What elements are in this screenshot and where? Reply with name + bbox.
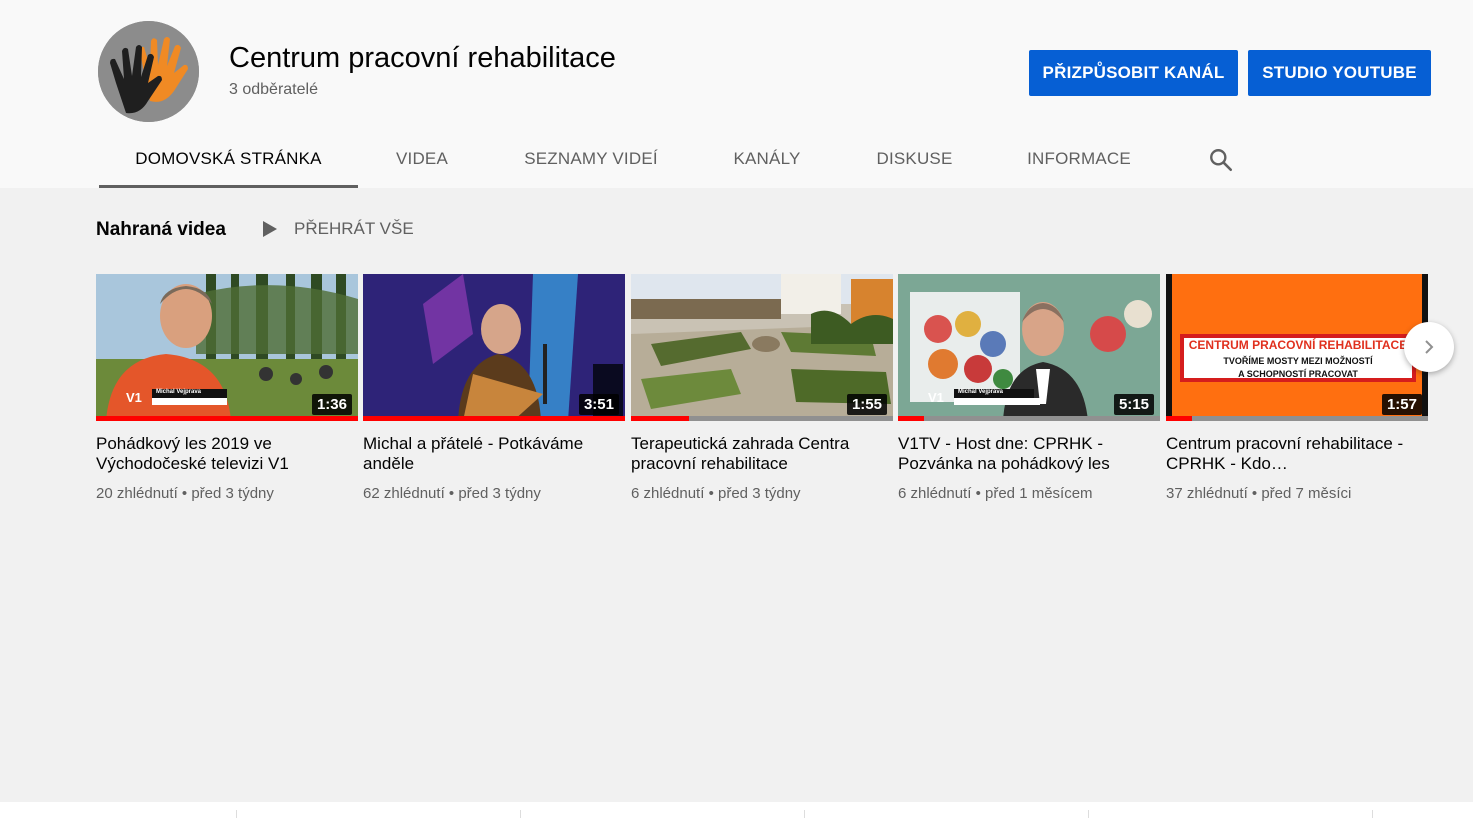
play-icon: [263, 221, 277, 237]
watch-progress-fill: [363, 416, 625, 421]
video-title[interactable]: Terapeutická zahrada Centra pracovní reh…: [631, 434, 893, 474]
watch-progress: [96, 416, 358, 421]
watch-progress: [1166, 416, 1428, 421]
video-thumbnail[interactable]: CENTRUM PRACOVNÍ REHABILITACE TVOŘÍME MO…: [1166, 274, 1428, 421]
video-views: 6 zhlédnutí: [631, 485, 705, 502]
video-thumbnail[interactable]: 1:55: [631, 274, 893, 421]
video-meta: 62 zhlédnutí • před 3 týdny: [363, 485, 625, 502]
channel-badge: V1: [928, 390, 944, 405]
watch-progress-fill: [1166, 416, 1193, 421]
video-age: před 1 měsícem: [985, 485, 1093, 502]
video-card[interactable]: 1:55 Terapeutická zahrada Centra pracovn…: [631, 274, 893, 502]
video-thumbnail[interactable]: 3:51: [363, 274, 625, 421]
video-duration: 3:51: [578, 394, 619, 415]
chevron-right-icon: [1425, 340, 1434, 354]
video-meta: 37 zhlédnutí • před 7 měsíci: [1166, 485, 1428, 502]
tab-about[interactable]: INFORMACE: [1014, 130, 1144, 188]
thumbnail-subline: TVOŘÍME MOSTY MEZI MOŽNOSTÍ: [1223, 356, 1373, 366]
video-title[interactable]: V1TV - Host dne: CPRHK - Pozvánka na poh…: [898, 434, 1160, 474]
video-card[interactable]: CENTRUM PRACOVNÍ REHABILITACE TVOŘÍME MO…: [1166, 274, 1428, 502]
tab-discussion[interactable]: DISKUSE: [863, 130, 966, 188]
next-shelf-edge: [0, 802, 1473, 818]
video-age: před 7 měsíci: [1261, 485, 1352, 502]
video-title[interactable]: Pohádkový les 2019 ve Východočeské telev…: [96, 434, 358, 474]
video-meta: 6 zhlédnutí • před 3 týdny: [631, 485, 893, 502]
divider: [520, 810, 521, 818]
watch-progress: [898, 416, 1160, 421]
video-thumbnail[interactable]: V1 Michal Vejprava 1:36: [96, 274, 358, 421]
video-views: 6 zhlédnutí: [898, 485, 972, 502]
divider: [1088, 810, 1089, 818]
lower-third-name: Michal Vejprava: [156, 389, 202, 395]
meta-separator: •: [708, 485, 714, 502]
subscriber-count: 3 odběratelé: [229, 81, 318, 98]
divider: [804, 810, 805, 818]
video-views: 62 zhlédnutí: [363, 485, 445, 502]
youtube-studio-button[interactable]: STUDIO YOUTUBE: [1248, 50, 1431, 96]
section-title[interactable]: Nahraná videa: [96, 219, 226, 241]
meta-separator: •: [181, 485, 188, 502]
video-card[interactable]: V1 Michal Vejprava 1:36 Pohádkový les 20…: [96, 274, 358, 502]
channel-badge: V1: [126, 390, 142, 405]
channel-header: Centrum pracovní rehabilitace 3 odběrate…: [0, 0, 1473, 188]
video-card[interactable]: 3:51 Michal a přátelé - Potkáváme anděle…: [363, 274, 625, 502]
meta-separator: •: [1251, 485, 1258, 502]
video-title[interactable]: Centrum pracovní rehabilitace - CPRHK - …: [1166, 434, 1428, 474]
video-age: před 3 týdny: [718, 485, 801, 502]
video-card[interactable]: V1 Michal Vejprava 5:15 V1TV - Host dne:…: [898, 274, 1160, 502]
channel-name: Centrum pracovní rehabilitace: [229, 42, 616, 74]
divider: [1372, 810, 1373, 818]
video-age: před 3 týdny: [191, 485, 274, 502]
video-views: 37 zhlédnutí: [1166, 485, 1248, 502]
watch-progress: [631, 416, 893, 421]
channel-avatar[interactable]: [98, 21, 199, 122]
meta-separator: •: [975, 485, 981, 502]
tab-channels[interactable]: KANÁLY: [719, 130, 815, 188]
customize-channel-button[interactable]: PŘIZPŮSOBIT KANÁL: [1029, 50, 1238, 96]
shelf-next-button[interactable]: [1404, 322, 1454, 372]
watch-progress-fill: [898, 416, 925, 421]
lower-third-name: Michal Vejprava: [958, 389, 1004, 395]
video-meta: 6 zhlédnutí • před 1 měsícem: [898, 485, 1160, 502]
video-duration: 1:55: [846, 394, 887, 415]
watch-progress-fill: [96, 416, 358, 421]
video-duration: 1:57: [1381, 394, 1422, 415]
divider: [236, 810, 237, 818]
video-age: před 3 týdny: [458, 485, 541, 502]
video-duration: 1:36: [311, 394, 352, 415]
play-all-label: PŘEHRÁT VŠE: [294, 219, 414, 238]
tab-home[interactable]: DOMOVSKÁ STRÁNKA: [99, 130, 358, 188]
video-title[interactable]: Michal a přátelé - Potkáváme anděle: [363, 434, 625, 474]
watch-progress-fill: [631, 416, 689, 421]
video-thumbnail[interactable]: V1 Michal Vejprava 5:15: [898, 274, 1160, 421]
video-views: 20 zhlédnutí: [96, 485, 178, 502]
hands-logo-icon: [98, 21, 199, 122]
video-duration: 5:15: [1113, 394, 1154, 415]
search-icon[interactable]: [1208, 147, 1234, 173]
meta-separator: •: [448, 485, 455, 502]
watch-progress: [363, 416, 625, 421]
tab-playlists[interactable]: SEZNAMY VIDEÍ: [511, 130, 671, 188]
tab-videos[interactable]: VIDEA: [379, 130, 465, 188]
video-meta: 20 zhlédnutí • před 3 týdny: [96, 485, 358, 502]
play-all-button[interactable]: PŘEHRÁT VŠE: [262, 219, 414, 239]
thumbnail-heading: CENTRUM PRACOVNÍ REHABILITACE: [1188, 338, 1408, 352]
thumbnail-subline: A SCHOPNOSTÍ PRACOVAT: [1238, 369, 1358, 379]
